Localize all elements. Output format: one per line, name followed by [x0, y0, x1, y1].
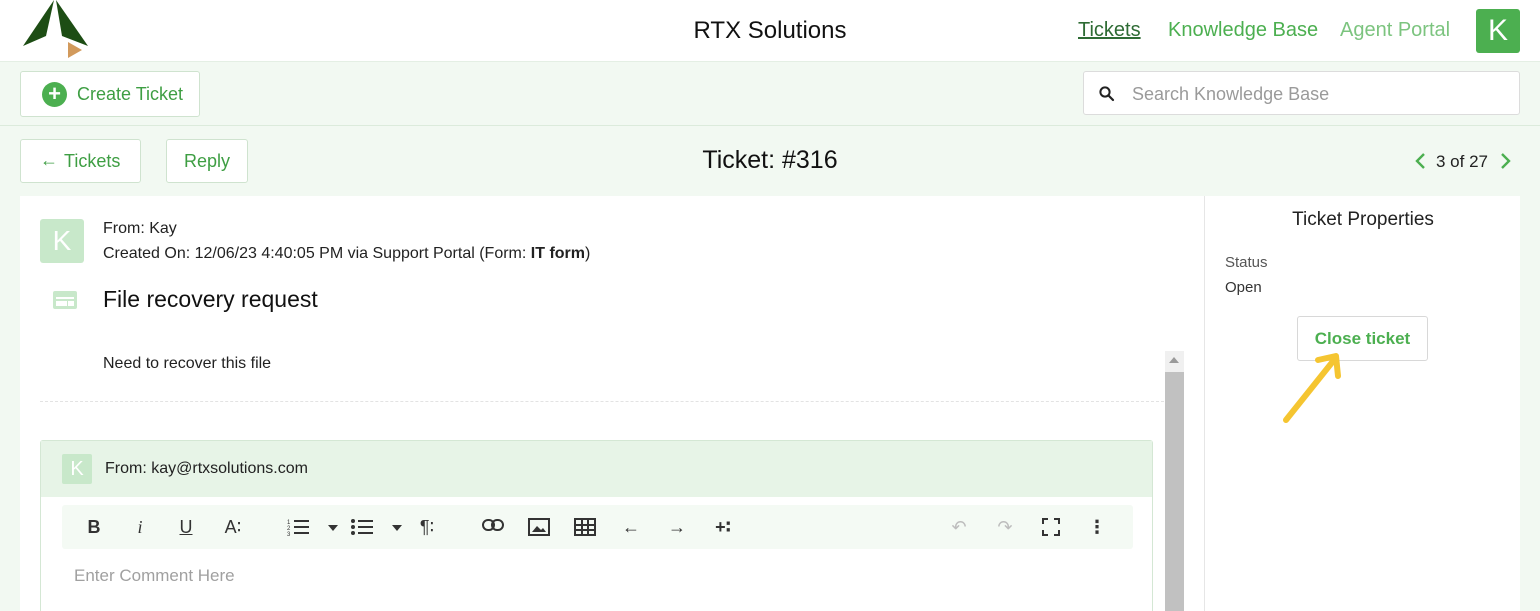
- status-value: Open: [1225, 279, 1262, 296]
- fullscreen-icon[interactable]: [1038, 513, 1064, 541]
- annotation-arrow-icon: [1283, 353, 1341, 423]
- reply-composer: K From: kay@rtxsolutions.com B i U A∶ 12…: [40, 440, 1153, 611]
- web-form-icon: [53, 291, 77, 309]
- chevron-left-icon[interactable]: [1412, 150, 1430, 172]
- editor-toolbar: B i U A∶ 123 ¶∶ ← → +∶ ↶ ↷ ⋮: [62, 505, 1133, 549]
- company-logo-icon[interactable]: [18, 0, 92, 60]
- scrollbar-thumb[interactable]: [1165, 372, 1184, 611]
- paragraph-format-icon[interactable]: ¶∶: [414, 513, 440, 541]
- page-background-left: [0, 126, 20, 611]
- form-name: IT form: [530, 245, 585, 262]
- properties-title: Ticket Properties: [1292, 209, 1434, 230]
- insert-more-icon[interactable]: +∶: [710, 513, 736, 541]
- plus-circle-icon: +: [42, 82, 67, 107]
- back-to-tickets-label: Tickets: [64, 151, 121, 171]
- nav-agent-portal-link[interactable]: Agent Portal: [1340, 19, 1450, 42]
- nav-tickets-link[interactable]: Tickets: [1078, 19, 1141, 42]
- created-on-text: Created On: 12/06/23 4:40:05 PM via Supp…: [103, 245, 531, 262]
- search-icon: [1099, 86, 1115, 102]
- message-created-info: Created On: 12/06/23 4:40:05 PM via Supp…: [103, 245, 590, 263]
- scroll-up-icon[interactable]: [1169, 357, 1179, 363]
- font-size-icon[interactable]: A∶: [220, 513, 246, 541]
- create-ticket-label: Create Ticket: [77, 84, 184, 104]
- top-header: RTX Solutions Tickets Knowledge Base Age…: [0, 0, 1540, 62]
- reply-from: From: kay@rtxsolutions.com: [105, 460, 308, 477]
- comment-input[interactable]: [74, 561, 1114, 591]
- underline-icon[interactable]: U: [174, 513, 198, 541]
- reply-button[interactable]: Reply: [166, 139, 248, 183]
- back-to-tickets-button[interactable]: ← Tickets: [20, 139, 141, 183]
- chevron-down-icon[interactable]: [392, 525, 402, 531]
- close-ticket-label: Close ticket: [1314, 329, 1411, 348]
- ticket-properties-panel: Ticket Properties Status Open Close tick…: [1204, 196, 1520, 611]
- chevron-down-icon[interactable]: [328, 525, 338, 531]
- user-avatar[interactable]: K: [1476, 9, 1520, 53]
- message-body: Need to recover this file: [103, 355, 272, 372]
- reply-label: Reply: [183, 151, 231, 171]
- redo-icon[interactable]: ↷: [992, 513, 1018, 541]
- avatar: K: [62, 454, 92, 484]
- link-icon[interactable]: [480, 513, 506, 541]
- table-icon[interactable]: [572, 513, 598, 541]
- pager-count: 3 of 27: [1436, 152, 1488, 171]
- svg-text:3: 3: [287, 532, 291, 536]
- chevron-right-icon[interactable]: [1496, 150, 1514, 172]
- nav-knowledge-base-link[interactable]: Knowledge Base: [1168, 19, 1318, 42]
- created-suffix: ): [585, 245, 591, 262]
- more-options-icon[interactable]: ⋮: [1084, 513, 1110, 541]
- arrow-right-icon[interactable]: →: [664, 513, 690, 541]
- undo-icon[interactable]: ↶: [946, 513, 972, 541]
- ordered-list-icon[interactable]: 123: [286, 513, 310, 541]
- scrollbar[interactable]: [1165, 351, 1184, 611]
- arrow-left-icon[interactable]: ←: [618, 513, 644, 541]
- message-from: From: Kay: [103, 220, 177, 237]
- action-toolbar: + Create Ticket: [0, 62, 1540, 126]
- message-divider: [40, 401, 1164, 402]
- bold-icon[interactable]: B: [82, 513, 106, 541]
- unordered-list-icon[interactable]: [350, 513, 374, 541]
- image-icon[interactable]: [526, 513, 552, 541]
- ticket-subject: File recovery request: [103, 286, 318, 312]
- search-input[interactable]: [1132, 80, 1502, 108]
- arrow-left-icon: ←: [40, 150, 58, 170]
- avatar: K: [40, 219, 84, 263]
- reply-header: K From: kay@rtxsolutions.com: [41, 441, 1152, 497]
- create-ticket-button[interactable]: + Create Ticket: [20, 71, 200, 117]
- search-box[interactable]: [1083, 71, 1520, 115]
- italic-icon[interactable]: i: [128, 513, 152, 541]
- page-background-right: [1520, 126, 1540, 611]
- status-label: Status: [1225, 254, 1268, 271]
